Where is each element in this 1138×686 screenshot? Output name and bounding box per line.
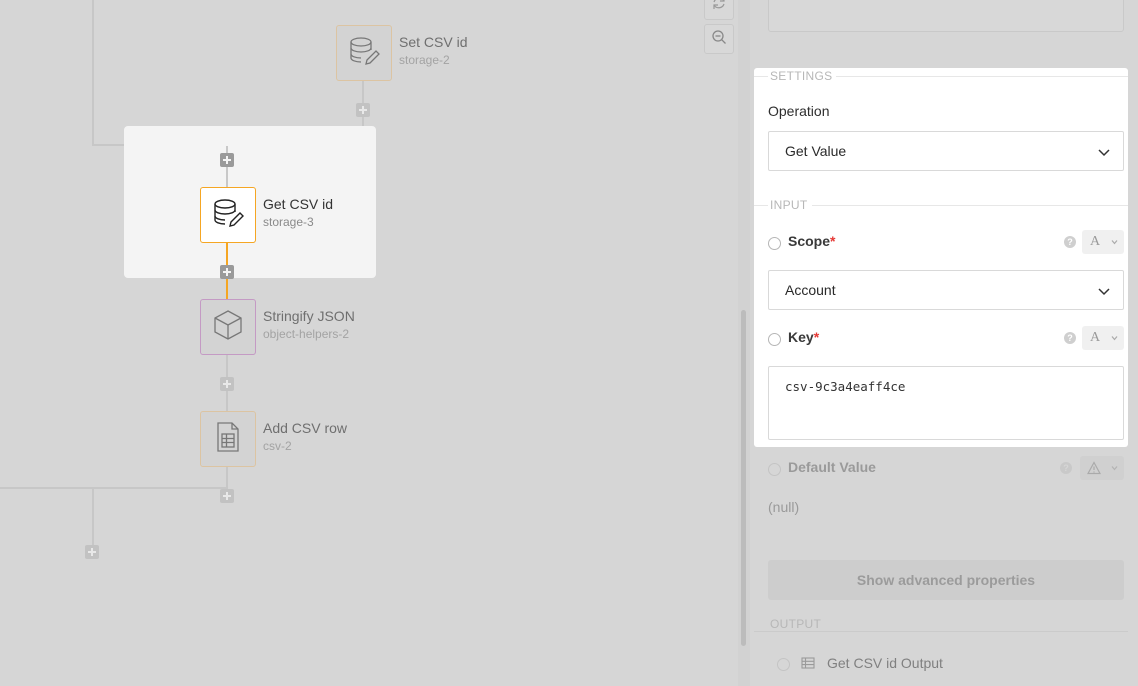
- database-edit-icon: [211, 196, 245, 235]
- add-step-button[interactable]: [356, 103, 370, 117]
- help-icon[interactable]: ?: [1064, 332, 1076, 344]
- section-divider: [754, 631, 1128, 632]
- spreadsheet-icon: [211, 420, 245, 459]
- default-value-type-button[interactable]: [1080, 456, 1124, 480]
- output-item[interactable]: Get CSV id Output: [827, 655, 943, 671]
- scrollbar-thumb[interactable]: [741, 310, 746, 646]
- zoom-out-icon: [711, 29, 727, 50]
- section-label-input: INPUT: [768, 198, 812, 212]
- chevron-down-icon: [1111, 466, 1118, 471]
- add-step-button[interactable]: [85, 545, 99, 559]
- text-type-icon: A: [1090, 234, 1101, 249]
- required-mark: *: [830, 233, 836, 249]
- settings-card: SETTINGS Operation Get Value INPUT Scope…: [754, 68, 1128, 447]
- output-radio[interactable]: [777, 658, 790, 671]
- section-label-settings: SETTINGS: [768, 69, 837, 83]
- refresh-icon: [711, 0, 727, 16]
- node-subtitle: object-helpers-2: [263, 327, 350, 341]
- scope-label: Scope*: [788, 233, 835, 249]
- chevron-down-icon: [1111, 336, 1118, 341]
- previous-field-box: [768, 0, 1124, 32]
- node-set-csv-id[interactable]: [336, 25, 392, 81]
- operation-label: Operation: [768, 103, 830, 119]
- zoom-out-button[interactable]: [704, 24, 734, 54]
- help-icon[interactable]: ?: [1064, 236, 1076, 248]
- scope-label-text: Scope: [788, 233, 831, 249]
- add-step-button[interactable]: [220, 265, 234, 279]
- node-title: Get CSV id: [263, 196, 334, 212]
- node-title: Stringify JSON: [263, 308, 355, 324]
- canvas-scrollbar[interactable]: [738, 0, 750, 686]
- scope-select[interactable]: Account: [768, 270, 1124, 310]
- node-subtitle: csv-2: [263, 439, 292, 453]
- required-mark: *: [813, 329, 820, 345]
- default-value-radio[interactable]: [768, 463, 781, 476]
- operation-value: Get Value: [785, 143, 847, 159]
- text-type-icon: A: [1090, 330, 1101, 345]
- show-advanced-button[interactable]: Show advanced properties: [768, 560, 1124, 600]
- table-icon: [801, 656, 815, 675]
- add-step-button[interactable]: [220, 153, 234, 167]
- properties-panel: SETTINGS Operation Get Value INPUT Scope…: [750, 0, 1138, 686]
- default-value[interactable]: (null): [768, 499, 799, 515]
- node-title: Add CSV row: [263, 420, 348, 436]
- scope-type-button[interactable]: A: [1082, 230, 1124, 254]
- cube-icon: [211, 308, 245, 347]
- key-label-text: Key: [788, 329, 814, 345]
- key-type-button[interactable]: A: [1082, 326, 1124, 350]
- key-label: Key*: [788, 329, 819, 345]
- refresh-button[interactable]: [704, 0, 734, 20]
- scope-value: Account: [785, 282, 836, 298]
- operation-select[interactable]: Get Value: [768, 131, 1124, 171]
- connector-line: [92, 0, 94, 146]
- section-label-output: OUTPUT: [768, 617, 826, 631]
- add-step-button[interactable]: [220, 377, 234, 391]
- node-subtitle: storage-2: [399, 53, 450, 67]
- key-input[interactable]: csv-9c3a4eaff4ce: [768, 366, 1124, 440]
- connector-line: [92, 487, 94, 545]
- database-edit-icon: [347, 34, 381, 73]
- node-subtitle: storage-3: [263, 215, 314, 229]
- node-get-csv-id[interactable]: [200, 187, 256, 243]
- connector-line: [0, 487, 228, 489]
- workflow-canvas[interactable]: Set CSV id storage-2 Get CSV id storage-…: [0, 0, 738, 686]
- key-radio[interactable]: [768, 333, 781, 346]
- node-title: Set CSV id: [399, 34, 468, 50]
- default-value-label: Default Value: [788, 459, 876, 475]
- chevron-down-icon: [1111, 240, 1118, 245]
- node-stringify-json[interactable]: [200, 299, 256, 355]
- scope-radio[interactable]: [768, 237, 781, 250]
- help-icon[interactable]: ?: [1060, 462, 1072, 474]
- node-add-csv-row[interactable]: [200, 411, 256, 467]
- add-step-button[interactable]: [220, 489, 234, 503]
